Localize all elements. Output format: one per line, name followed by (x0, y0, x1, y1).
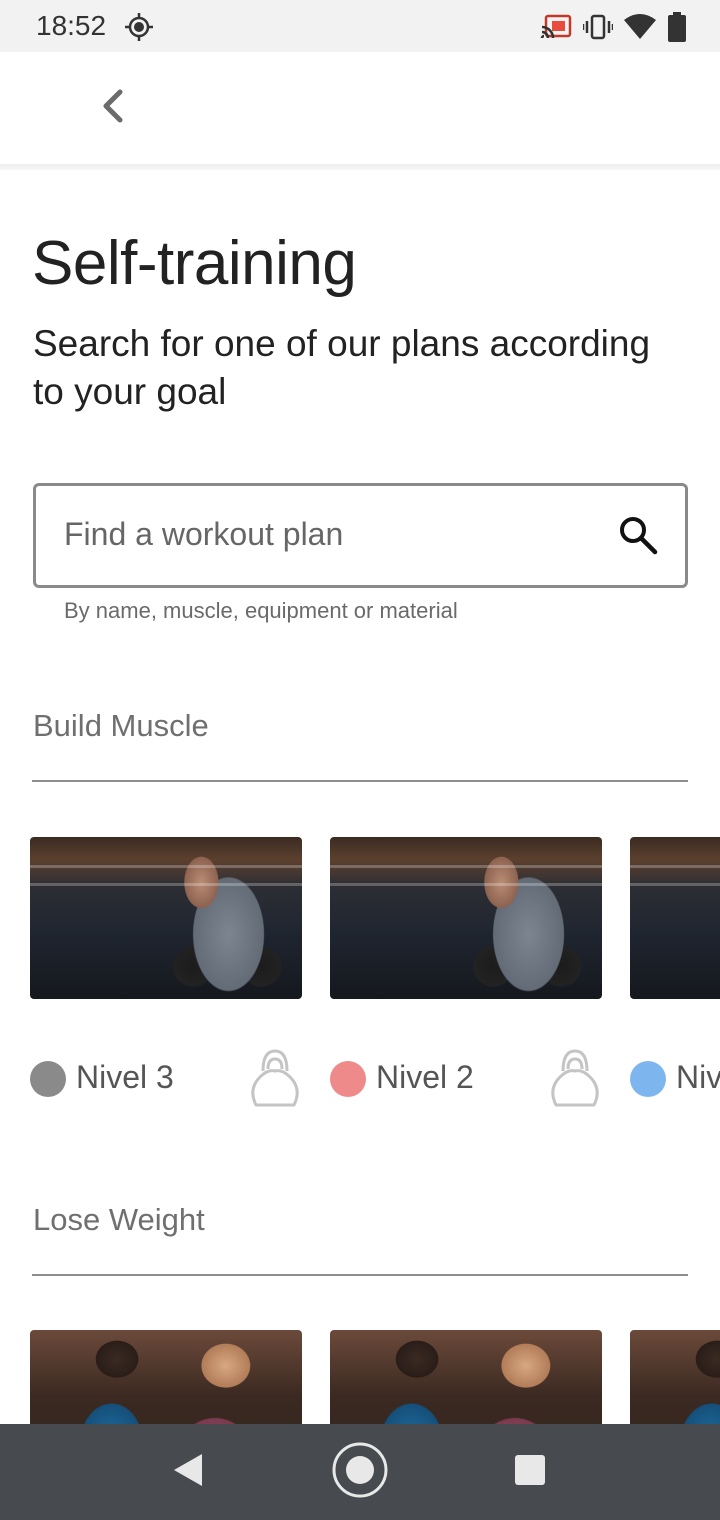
app-bar (0, 52, 720, 164)
search-button[interactable] (617, 514, 659, 556)
search-input[interactable] (64, 516, 604, 553)
level-dot (330, 1061, 366, 1097)
nav-home-icon (332, 1442, 388, 1503)
nav-recents-button[interactable] (502, 1444, 558, 1500)
level-label: Nivel 3 (76, 1059, 174, 1095)
kettlebell-icon (248, 1047, 302, 1111)
level-dot (30, 1061, 66, 1097)
plan-card[interactable]: Nivel 2 (330, 837, 602, 1117)
search-icon (617, 517, 659, 560)
card-row-build-muscle: Nivel 3 Nivel 2 Niv (0, 837, 720, 1117)
back-button[interactable] (86, 82, 138, 134)
nav-back-button[interactable] (160, 1444, 216, 1500)
plan-card[interactable] (630, 1330, 720, 1424)
nav-back-icon (172, 1452, 204, 1493)
plan-card-image (330, 837, 602, 999)
section-title-build-muscle: Build Muscle (33, 708, 209, 743)
level-label: Nivel 2 (376, 1059, 474, 1095)
plan-card-meta: Niv (630, 1047, 720, 1111)
cast-icon (540, 14, 572, 45)
page-title: Self-training (32, 229, 357, 298)
level-label: Niv (676, 1059, 720, 1095)
kettlebell-icon (548, 1047, 602, 1111)
plan-card[interactable]: Nivel 3 (30, 837, 302, 1117)
plan-card[interactable] (330, 1330, 602, 1424)
level-dot (630, 1061, 666, 1097)
section-divider (32, 780, 688, 782)
card-row-lose-weight (0, 1330, 720, 1424)
plan-card-image (30, 837, 302, 999)
plan-card-image (630, 1330, 720, 1424)
status-bar: 18:52 (0, 0, 720, 52)
plan-card-meta: Nivel 2 (330, 1047, 602, 1111)
vibrate-icon (582, 14, 614, 45)
location-target-icon (124, 12, 154, 47)
section-title-lose-weight: Lose Weight (33, 1202, 205, 1237)
system-nav-bar (0, 1424, 720, 1520)
battery-icon (668, 12, 686, 47)
nav-recents-icon (514, 1454, 546, 1491)
wifi-icon (624, 14, 656, 45)
section-divider (32, 1274, 688, 1276)
search-box[interactable] (33, 483, 688, 588)
page-subtitle: Search for one of our plans according to… (33, 323, 651, 412)
plan-card[interactable]: Niv (630, 837, 720, 1117)
plan-card[interactable] (30, 1330, 302, 1424)
search-hint: By name, muscle, equipment or material (64, 598, 458, 623)
nav-home-button[interactable] (332, 1442, 388, 1503)
plan-card-image (630, 837, 720, 999)
chevron-left-icon (98, 88, 126, 129)
app-bar-divider (0, 164, 720, 170)
plan-card-image (30, 1330, 302, 1424)
status-time: 18:52 (36, 10, 107, 41)
plan-card-meta: Nivel 3 (30, 1047, 302, 1111)
plan-card-image (330, 1330, 602, 1424)
